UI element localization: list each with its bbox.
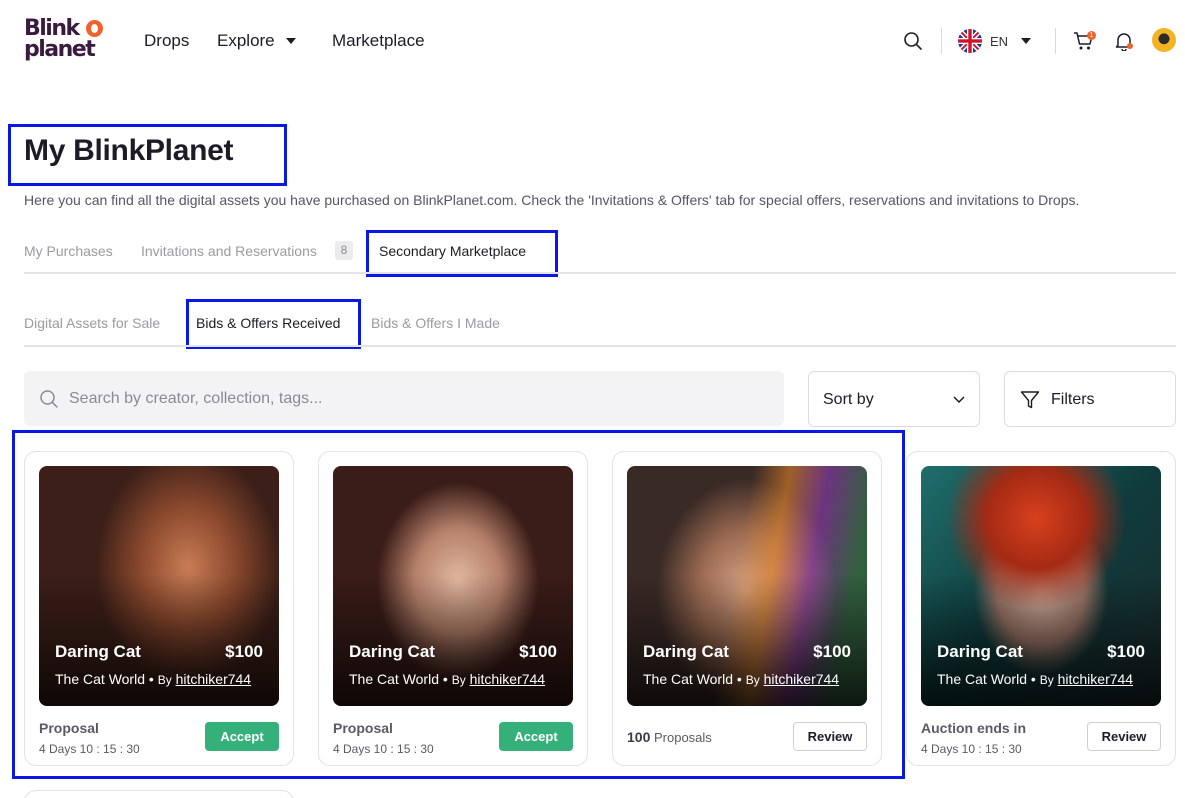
filters-button[interactable]: Filters [1004, 371, 1176, 427]
uk-flag-icon[interactable] [958, 29, 982, 53]
sort-by-label: Sort by [823, 391, 874, 408]
avatar[interactable] [1152, 28, 1176, 52]
explore-chevron-down-icon[interactable] [286, 38, 296, 44]
proposals-label: Proposals [653, 730, 712, 745]
creator-link[interactable]: hitchiker744 [176, 671, 252, 687]
asset-card[interactable]: Daring Cat $100 The Cat World • By hitch… [24, 451, 294, 766]
by-label: By [157, 673, 172, 687]
asset-artwork-image: Daring Cat $100 The Cat World • By hitch… [627, 466, 867, 706]
tab-invitations[interactable]: Invitations and Reservations [141, 243, 317, 259]
tabs-divider [24, 272, 1176, 274]
page-description: Here you can find all the digital assets… [24, 192, 1080, 208]
artwork-gradient-overlay [39, 466, 279, 706]
asset-collection-line: The Cat World • By hitchiker744 [937, 671, 1134, 687]
asset-collection-line: The Cat World • By hitchiker744 [55, 671, 252, 687]
artwork-gradient-overlay [333, 466, 573, 706]
filters-label: Filters [1051, 391, 1095, 408]
status-label: Proposal [39, 720, 99, 736]
by-label: By [745, 673, 760, 687]
cart-count-badge: 1 [1087, 31, 1096, 40]
nav-marketplace[interactable]: Marketplace [332, 31, 425, 51]
notification-dot [1127, 43, 1133, 49]
artwork-gradient-overlay [627, 466, 867, 706]
nav-drops[interactable]: Drops [144, 31, 189, 51]
collection-name: The Cat World [937, 671, 1027, 687]
collection-name: The Cat World [55, 671, 145, 687]
accept-button[interactable]: Accept [205, 722, 279, 751]
by-label: By [1039, 673, 1054, 687]
asset-card[interactable]: Daring Cat $100 The Cat World • By hitch… [318, 451, 588, 766]
status-label: Proposal [333, 720, 393, 736]
filter-icon [1020, 391, 1040, 409]
asset-collection-line: The Cat World • By hitchiker744 [643, 671, 840, 687]
asset-name: Daring Cat [349, 642, 435, 661]
chevron-down-icon [953, 396, 965, 404]
proposals-number: 100 [627, 729, 651, 745]
blinkplanet-logo[interactable]: Blink planet [24, 16, 104, 63]
secondary-tab-highlight-box [366, 230, 558, 277]
creator-link[interactable]: hitchiker744 [764, 671, 840, 687]
asset-name: Daring Cat [55, 642, 141, 661]
asset-price: $100 [1107, 642, 1145, 661]
review-button[interactable]: Review [1087, 722, 1161, 751]
asset-name: Daring Cat [937, 642, 1023, 661]
asset-collection-line: The Cat World • By hitchiker744 [349, 671, 546, 687]
creator-link[interactable]: hitchiker744 [1058, 671, 1134, 687]
artwork-gradient-overlay [921, 466, 1161, 706]
asset-artwork-image: Daring Cat $100 The Cat World • By hitch… [39, 466, 279, 706]
search-input[interactable] [69, 378, 769, 420]
asset-artwork-image: Daring Cat $100 The Cat World • By hitch… [333, 466, 573, 706]
asset-card[interactable]: Daring Cat $100 The Cat World • By hitch… [906, 451, 1176, 766]
logo-line1: Blink [24, 16, 80, 41]
subtab-bids-made[interactable]: Bids & Offers I Made [371, 315, 500, 331]
subtab-assets-for-sale[interactable]: Digital Assets for Sale [24, 315, 160, 331]
language-label[interactable]: EN [990, 34, 1008, 49]
countdown-time: 4 Days 10 : 15 : 30 [333, 742, 434, 756]
page-title: My BlinkPlanet [24, 134, 234, 167]
by-label: By [451, 673, 466, 687]
collection-name: The Cat World [643, 671, 733, 687]
asset-price: $100 [519, 642, 557, 661]
asset-card[interactable]: Daring Cat $100 The Cat World • By hitch… [612, 451, 882, 766]
countdown-time: 4 Days 10 : 15 : 30 [921, 742, 1022, 756]
asset-price: $100 [225, 642, 263, 661]
sort-by-dropdown[interactable]: Sort by [808, 371, 980, 427]
search-icon[interactable] [903, 31, 923, 51]
tab-my-purchases[interactable]: My Purchases [24, 243, 113, 259]
asset-name: Daring Cat [643, 642, 729, 661]
subtabs-divider [24, 345, 1176, 347]
bids-received-highlight-box [186, 299, 361, 349]
accept-button[interactable]: Accept [499, 722, 573, 751]
asset-artwork-image: Daring Cat $100 The Cat World • By hitch… [921, 466, 1161, 706]
asset-card-partial [24, 790, 294, 798]
search-icon [40, 390, 58, 408]
creator-link[interactable]: hitchiker744 [470, 671, 546, 687]
status-label: Auction ends in [921, 720, 1026, 736]
header-divider [941, 28, 942, 54]
asset-price: $100 [813, 642, 851, 661]
countdown-time: 4 Days 10 : 15 : 30 [39, 742, 140, 756]
logo-line2: planet [24, 37, 96, 62]
collection-name: The Cat World [349, 671, 439, 687]
header-divider [1055, 28, 1056, 54]
language-chevron-down-icon[interactable] [1021, 38, 1031, 44]
review-button[interactable]: Review [793, 722, 867, 751]
logo-ring-icon [86, 20, 103, 37]
invitations-count-badge: 8 [335, 241, 353, 260]
nav-explore[interactable]: Explore [217, 31, 275, 51]
proposals-count: 100 Proposals [627, 729, 712, 745]
